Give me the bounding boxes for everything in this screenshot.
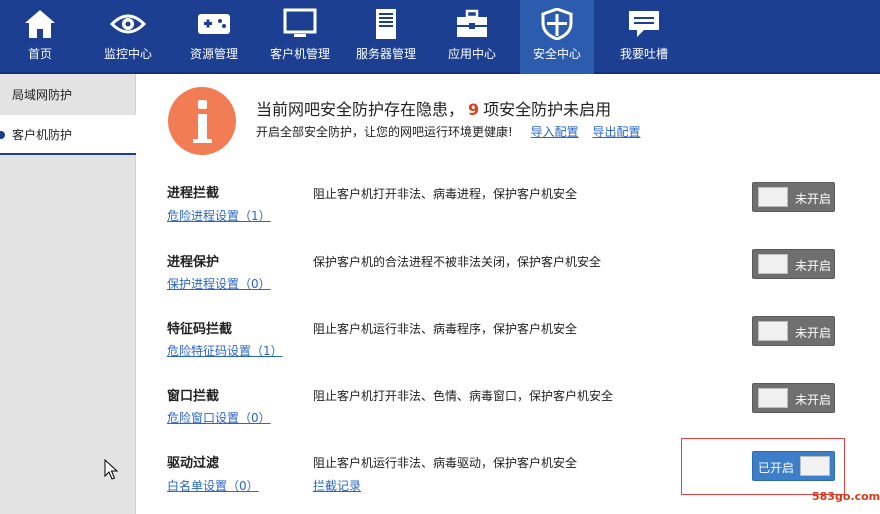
- alert-count: 9: [468, 100, 480, 119]
- setting-title: 进程保护: [167, 255, 220, 270]
- home-icon: [25, 10, 55, 38]
- import-config-link[interactable]: 导入配置: [531, 125, 579, 139]
- setting-description: 阻止客户机打开非法、病毒进程，保护客户机安全: [313, 187, 578, 201]
- sidebar-item-label: 客户机防护: [12, 128, 73, 142]
- sidebar-item-lan-protection[interactable]: 局域网防护: [0, 75, 136, 115]
- setting-config-link[interactable]: 危险进程设置（1）: [167, 207, 271, 224]
- server-icon: [376, 9, 396, 39]
- sidebar-item-client-protection[interactable]: 客户机防护: [0, 115, 136, 155]
- sidebar: 局域网防护 客户机防护: [0, 74, 136, 514]
- selected-dot-icon: [0, 131, 5, 139]
- nav-label-feedback: 我要吐槽: [619, 47, 668, 61]
- monitor-icon: [283, 8, 317, 37]
- nav-item-feedback[interactable]: 我要吐槽: [604, 0, 684, 74]
- toggle-knob: [758, 321, 788, 341]
- highlight-box: [681, 438, 845, 495]
- alert-suffix: 项安全防护未启用: [483, 100, 612, 119]
- sidebar-item-label: 局域网防护: [12, 88, 73, 102]
- toggle-signature-block[interactable]: 未开启: [752, 316, 835, 346]
- nav-item-apps[interactable]: 应用中心: [432, 0, 512, 74]
- shield-icon: [541, 8, 573, 40]
- toggle-status: 未开启: [795, 192, 832, 206]
- chat-icon: [629, 11, 659, 37]
- toggle-status: 未开启: [795, 259, 832, 273]
- toggle-knob: [758, 187, 788, 207]
- watermark-text: 583go.com: [812, 490, 880, 503]
- nav-item-servers[interactable]: 服务器管理: [346, 0, 426, 74]
- eye-icon: [110, 14, 146, 34]
- toggle-status: 未开启: [795, 326, 832, 340]
- toggle-knob: [758, 254, 788, 274]
- nav-label-resources: 资源管理: [189, 47, 238, 61]
- toggle-window-block[interactable]: 未开启: [752, 383, 835, 413]
- setting-title: 特征码拦截: [167, 322, 233, 337]
- setting-description: 阻止客户机运行非法、病毒驱动，保护客户机安全: [313, 456, 578, 470]
- mouse-cursor-icon: [104, 459, 118, 480]
- setting-title: 窗口拦截: [167, 389, 220, 404]
- block-log-link[interactable]: 拦截记录: [313, 477, 361, 494]
- setting-config-link[interactable]: 危险特征码设置（1）: [167, 342, 283, 359]
- nav-item-resources[interactable]: 资源管理: [174, 0, 254, 74]
- alert-subtitle: 开启全部安全防护，让您的网吧运行环境更健康!: [256, 125, 513, 139]
- info-icon: [168, 87, 236, 155]
- setting-config-link[interactable]: 危险窗口设置（0）: [167, 409, 271, 426]
- toggle-process-block[interactable]: 未开启: [752, 182, 835, 212]
- gamepad-icon: [198, 14, 230, 34]
- setting-description: 保护客户机的合法进程不被非法关闭，保护客户机安全: [313, 255, 602, 269]
- export-config-link[interactable]: 导出配置: [592, 125, 640, 139]
- nav-label-clients: 客户机管理: [269, 47, 330, 61]
- toggle-knob: [758, 388, 788, 408]
- toolbox-icon: [457, 9, 487, 37]
- setting-description: 阻止客户机打开非法、色情、病毒窗口，保护客户机安全: [313, 389, 614, 403]
- alert-subtitle-row: 开启全部安全防护，让您的网吧运行环境更健康! 导入配置 导出配置: [256, 123, 641, 140]
- nav-label-home: 首页: [27, 47, 52, 61]
- toggle-process-protect[interactable]: 未开启: [752, 249, 835, 279]
- setting-config-link[interactable]: 白名单设置（0）: [167, 477, 259, 494]
- alert-message: 当前网吧安全防护存在隐患， 9 项安全防护未启用: [256, 96, 611, 120]
- setting-title: 进程拦截: [167, 186, 220, 201]
- toggle-status: 未开启: [795, 393, 832, 407]
- setting-config-link[interactable]: 保护进程设置（0）: [167, 275, 271, 292]
- nav-item-home[interactable]: 首页: [0, 0, 80, 74]
- alert-prefix: 当前网吧安全防护存在隐患，: [256, 100, 465, 119]
- nav-label-monitor: 监控中心: [103, 47, 152, 61]
- nav-item-clients[interactable]: 客户机管理: [260, 0, 340, 74]
- nav-label-security: 安全中心: [532, 47, 581, 61]
- nav-label-apps: 应用中心: [447, 47, 496, 61]
- nav-item-monitor[interactable]: 监控中心: [88, 0, 168, 74]
- nav-label-servers: 服务器管理: [355, 47, 416, 61]
- top-nav-bar: 首页 监控中心 资源管理 客户机管理 服务器管理 应用中心 安全中心 我要吐槽: [0, 0, 880, 74]
- setting-description: 阻止客户机运行非法、病毒程序，保护客户机安全: [313, 322, 578, 336]
- nav-item-security[interactable]: 安全中心: [520, 0, 594, 74]
- setting-title: 驱动过滤: [167, 456, 220, 471]
